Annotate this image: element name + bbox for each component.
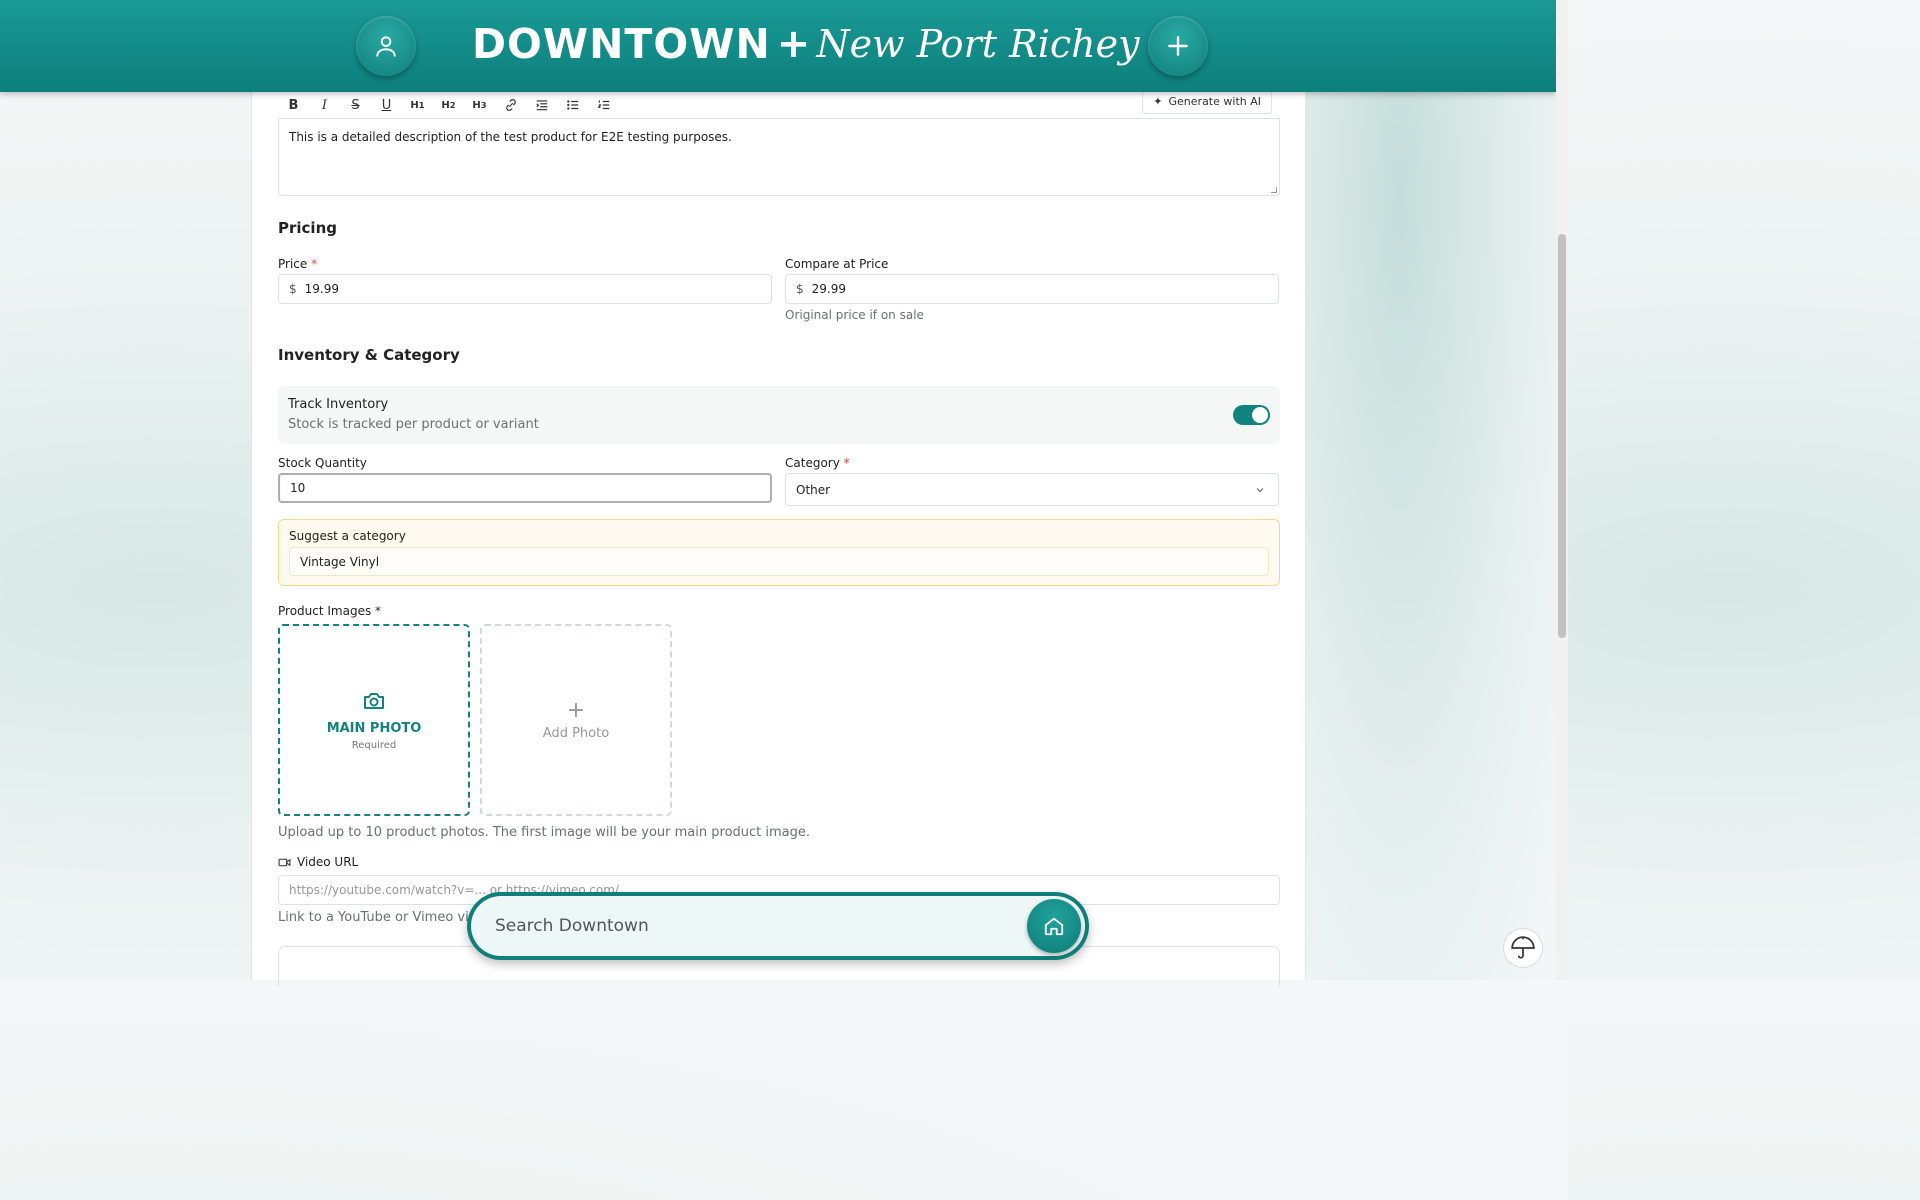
- umbrella-icon: [1511, 936, 1535, 959]
- link-button[interactable]: [495, 93, 526, 117]
- generate-ai-label: Generate with AI: [1168, 94, 1261, 108]
- profile-button[interactable]: [356, 16, 416, 76]
- indent-button[interactable]: [526, 93, 557, 117]
- scrollbar-thumb[interactable]: [1558, 234, 1566, 638]
- price-value: 19.99: [304, 282, 339, 296]
- sparkle-icon: ✦: [1153, 94, 1163, 108]
- inventory-title: Inventory & Category: [278, 346, 460, 364]
- required-mark: *: [311, 257, 318, 271]
- plus-icon: [1168, 36, 1188, 56]
- track-inventory-label: Track Inventory: [288, 397, 389, 412]
- brand-sub: New Port Richey: [816, 22, 1140, 66]
- bold-button[interactable]: B: [278, 93, 309, 117]
- numbered-list-icon: [597, 100, 609, 110]
- link-icon: [505, 99, 516, 111]
- search-input[interactable]: Search Downtown: [471, 896, 1085, 956]
- price-label: Price *: [278, 257, 1280, 271]
- video-url-label-row: Video URL: [278, 855, 358, 869]
- category-label: Category *: [785, 456, 850, 470]
- suggest-category-label: Suggest a category: [289, 529, 406, 543]
- video-url-help: Link to a YouTube or Vimeo video: [278, 910, 493, 925]
- search-bar: Search Downtown: [467, 892, 1089, 960]
- required-mark: *: [843, 456, 850, 470]
- home-icon: [1044, 917, 1064, 936]
- home-button[interactable]: [1027, 899, 1081, 953]
- main-photo-sub: Required: [351, 740, 397, 751]
- suggest-category-box: Suggest a category Vintage Vinyl: [278, 519, 1280, 586]
- add-photo-plus-icon: +: [566, 697, 586, 723]
- italic-button[interactable]: I: [309, 93, 340, 117]
- price-input[interactable]: $ 19.99: [278, 274, 772, 304]
- chevron-down-icon: [1256, 487, 1264, 492]
- track-inventory-row: Track Inventory Stock is tracked per pro…: [278, 386, 1280, 444]
- suggest-category-input[interactable]: Vintage Vinyl: [289, 547, 1269, 576]
- indent-icon: [535, 100, 547, 111]
- track-inventory-toggle[interactable]: [1233, 405, 1270, 425]
- bullet-list-icon: [566, 100, 578, 110]
- camera-icon: [364, 693, 384, 709]
- description-text: This is a detailed description of the te…: [289, 130, 732, 144]
- suggest-category-value: Vintage Vinyl: [300, 554, 380, 569]
- resize-handle[interactable]: [1271, 187, 1277, 193]
- currency-symbol: $: [796, 282, 804, 296]
- strike-button[interactable]: S: [340, 93, 371, 117]
- brand-main: DOWNTOWN: [472, 20, 771, 68]
- images-help: Upload up to 10 product photos. The firs…: [278, 825, 811, 840]
- h2-button[interactable]: H2: [433, 93, 464, 117]
- product-form: B I S U H1 H2 H3 ✦ Generate with AI This…: [251, 88, 1306, 986]
- app-header: DOWNTOWN + New Port Richey: [0, 0, 1556, 92]
- video-url-label: Video URL: [297, 855, 359, 869]
- pricing-title: Pricing: [278, 219, 337, 237]
- price-label-text: Price: [278, 257, 308, 271]
- brand-logo[interactable]: DOWNTOWN + New Port Richey: [472, 14, 1140, 74]
- product-images-label: Product Images *: [278, 604, 382, 618]
- main-photo-upload[interactable]: MAIN PHOTO Required: [278, 624, 470, 816]
- track-inventory-sub: Stock is tracked per product or variant: [288, 417, 539, 432]
- h1-button[interactable]: H1: [402, 93, 433, 117]
- add-photo-upload[interactable]: + Add Photo: [480, 624, 672, 816]
- stock-quantity-label: Stock Quantity: [278, 456, 367, 470]
- bullet-list-button[interactable]: [557, 93, 588, 117]
- umbrella-widget-button[interactable]: [1503, 928, 1543, 968]
- user-icon: [376, 36, 396, 57]
- stock-quantity-value: 10: [290, 481, 306, 495]
- add-photo-label: Add Photo: [542, 725, 610, 741]
- stock-quantity-input[interactable]: 10: [278, 473, 772, 503]
- main-photo-label: MAIN PHOTO: [326, 721, 422, 736]
- category-value: Other: [796, 482, 831, 497]
- underline-button[interactable]: U: [371, 93, 402, 117]
- numbered-list-button[interactable]: [588, 93, 619, 117]
- h3-button[interactable]: H3: [464, 93, 495, 117]
- compare-price-input[interactable]: $ 29.99: [785, 274, 1279, 304]
- compare-price-label: Compare at Price: [785, 257, 889, 271]
- brand-plus: +: [776, 21, 811, 67]
- video-icon: [278, 858, 291, 866]
- compare-price-value: 29.99: [811, 282, 846, 296]
- description-editor[interactable]: This is a detailed description of the te…: [278, 118, 1280, 196]
- create-button[interactable]: [1148, 16, 1208, 76]
- editor-toolbar: B I S U H1 H2 H3 ✦ Generate with AI: [278, 88, 1280, 118]
- currency-symbol: $: [289, 282, 297, 296]
- search-placeholder: Search Downtown: [495, 916, 649, 936]
- category-label-text: Category: [785, 456, 840, 470]
- compare-price-help: Original price if on sale: [785, 308, 924, 322]
- category-select[interactable]: Other: [785, 473, 1279, 506]
